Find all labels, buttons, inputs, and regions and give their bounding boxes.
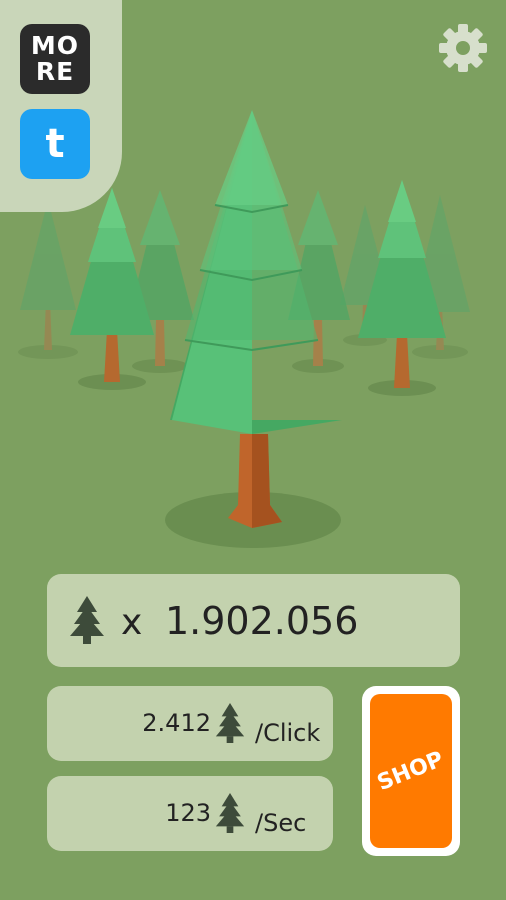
gear-icon[interactable] [435, 20, 491, 76]
tree-icon [215, 703, 245, 743]
tumblr-icon: t [45, 121, 65, 167]
total-tree-count: 1.902.056 [165, 599, 359, 643]
more-label-line2: RE [35, 57, 75, 86]
background-tree [18, 200, 78, 359]
shop-label: SHOP [374, 746, 448, 796]
more-games-button[interactable]: MO RE [20, 24, 90, 94]
per-click-value: 2.412 [142, 709, 211, 737]
shop-button[interactable]: SHOP [362, 686, 460, 856]
tree-icon [70, 596, 104, 644]
more-label-line1: MO [30, 31, 80, 60]
tree-icon [215, 793, 245, 833]
multiplier-sign: x [121, 602, 143, 643]
total-trees-panel: x 1.902.056 [47, 574, 460, 667]
per-second-panel: 123 /Sec [47, 776, 333, 851]
per-second-value: 123 [165, 799, 211, 827]
per-click-panel: 2.412 /Click [47, 686, 333, 761]
per-click-unit: /Click [255, 719, 321, 747]
shop-button-face[interactable]: SHOP [370, 694, 452, 848]
tumblr-button[interactable]: t [20, 109, 90, 179]
per-second-unit: /Sec [255, 809, 307, 837]
